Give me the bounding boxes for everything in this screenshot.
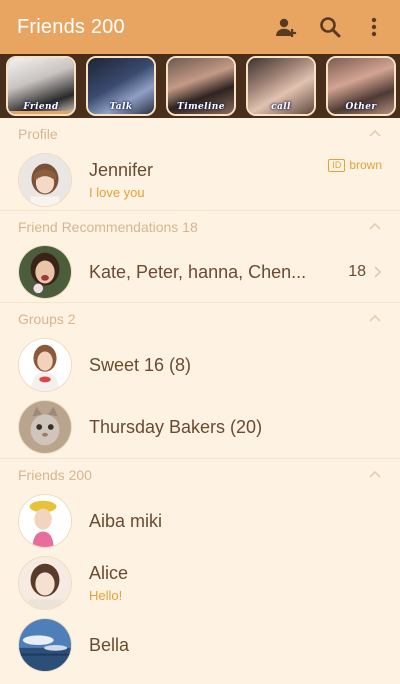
- friend-row[interactable]: Aiba miki: [0, 490, 400, 552]
- profile-status: I love you: [89, 185, 145, 200]
- avatar: [18, 400, 72, 454]
- avatar: [18, 245, 72, 299]
- collapse-chevron-icon[interactable]: [368, 220, 382, 234]
- recommendation-count: 18: [348, 263, 366, 280]
- friend-name: Bella: [89, 634, 130, 655]
- profile-row[interactable]: Jennifer I love you ID brown: [0, 150, 400, 210]
- page-title: Friends 200: [17, 15, 125, 38]
- friend-row[interactable]: Alice Hello!: [0, 552, 400, 614]
- avatar: [18, 153, 72, 207]
- avatar: [18, 494, 72, 548]
- tab-strip: Friend Talk Timeline call Other: [0, 54, 400, 118]
- collapse-chevron-icon[interactable]: [368, 468, 382, 482]
- tab-label: Other: [345, 102, 377, 112]
- avatar: [18, 618, 72, 672]
- id-value: brown: [349, 158, 382, 172]
- tab-label: Friend: [23, 102, 59, 112]
- id-badge: ID brown: [328, 158, 382, 172]
- section-label: Groups 2: [18, 310, 76, 327]
- tab-label: Talk: [109, 102, 133, 112]
- tab-other[interactable]: Other: [326, 56, 396, 116]
- avatar: [18, 556, 72, 610]
- group-row[interactable]: Sweet 16 (8): [0, 334, 400, 396]
- tab-call[interactable]: call: [246, 56, 316, 116]
- section-groups[interactable]: Groups 2: [0, 302, 400, 334]
- friend-name: Alice: [89, 563, 129, 583]
- recommendation-names: Kate, Peter, hanna, Chen...: [89, 261, 307, 282]
- tab-label: Timeline: [177, 102, 225, 112]
- section-label: Friend Recommendations 18: [18, 218, 198, 235]
- section-label: Profile: [18, 126, 58, 142]
- friends-list[interactable]: Profile Jennifer I love you ID brown Fri…: [0, 118, 400, 684]
- section-label: Friends 200: [18, 466, 92, 483]
- search-icon[interactable]: [308, 0, 352, 54]
- friend-name: Aiba miki: [89, 510, 163, 531]
- friend-status: Hello!: [89, 588, 123, 603]
- tab-friend[interactable]: Friend: [6, 56, 76, 116]
- collapse-chevron-icon[interactable]: [368, 312, 382, 326]
- add-friend-icon[interactable]: [264, 0, 308, 54]
- more-vert-icon[interactable]: [352, 0, 396, 54]
- group-row[interactable]: Thursday Bakers (20): [0, 396, 400, 458]
- section-recommendations[interactable]: Friend Recommendations 18: [0, 210, 400, 242]
- tab-label: call: [271, 102, 291, 112]
- tab-talk[interactable]: Talk: [86, 56, 156, 116]
- tab-timeline[interactable]: Timeline: [166, 56, 236, 116]
- recommendations-row[interactable]: Kate, Peter, hanna, Chen... 18: [0, 242, 400, 302]
- collapse-chevron-icon[interactable]: [368, 127, 382, 141]
- chevron-right-icon: [374, 266, 382, 278]
- avatar: [18, 338, 72, 392]
- friend-row[interactable]: Bella: [0, 614, 400, 676]
- section-friends[interactable]: Friends 200: [0, 458, 400, 490]
- id-label: ID: [328, 158, 346, 172]
- group-name: Thursday Bakers (20): [89, 416, 263, 437]
- app-bar: Friends 200: [0, 0, 400, 54]
- section-profile[interactable]: Profile: [0, 118, 400, 150]
- group-name: Sweet 16 (8): [89, 354, 192, 375]
